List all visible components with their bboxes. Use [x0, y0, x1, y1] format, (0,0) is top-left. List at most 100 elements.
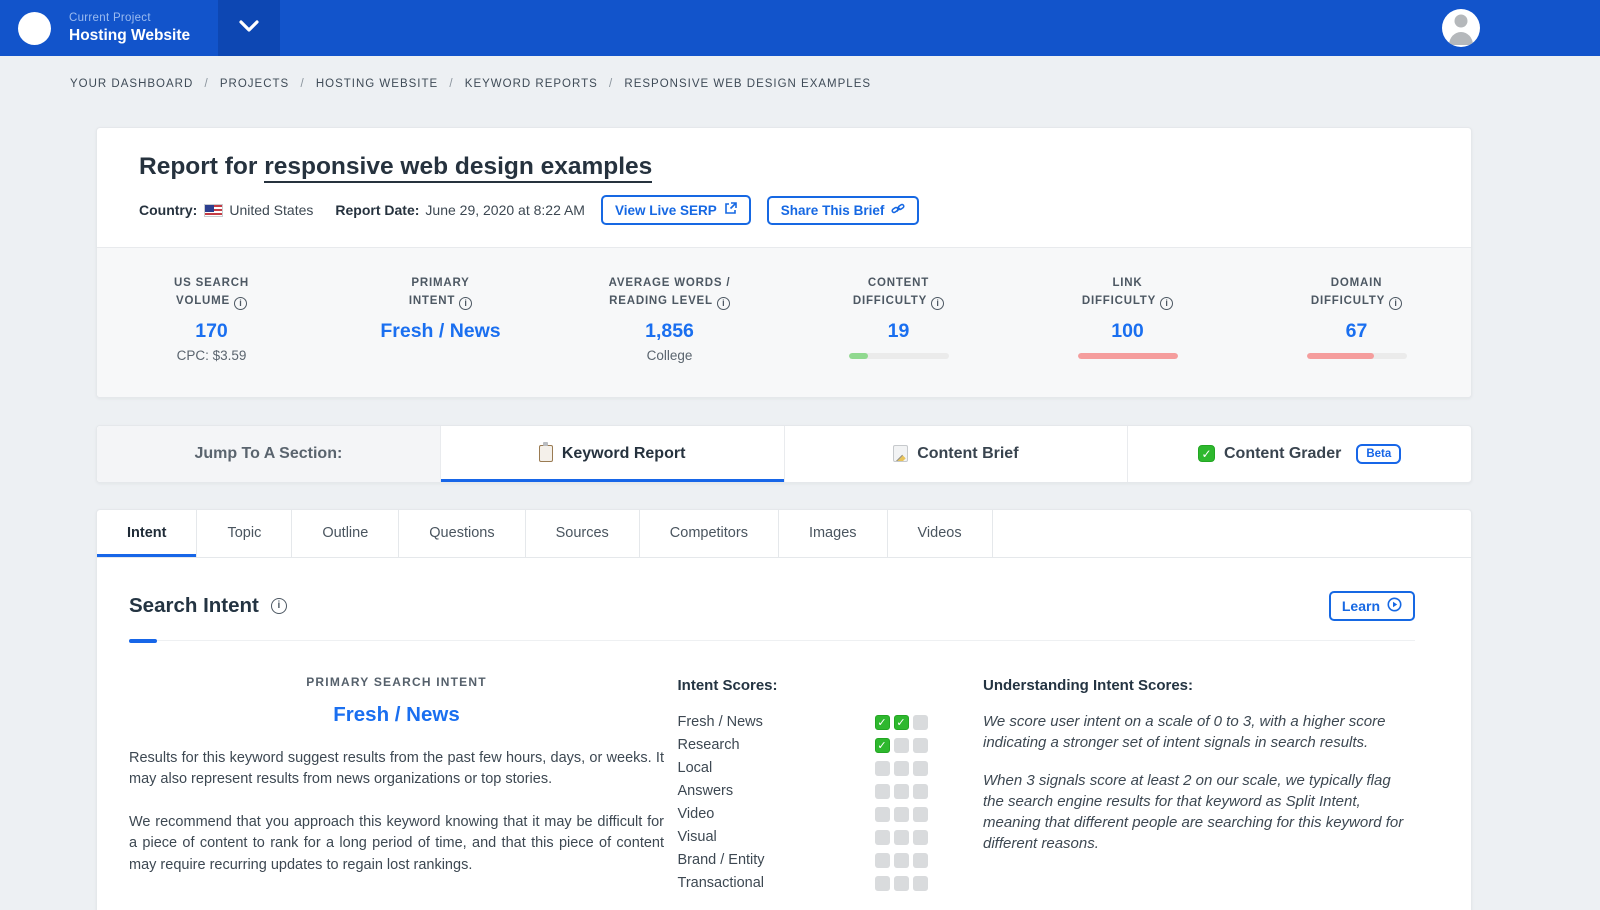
current-project-label: Current Project: [69, 12, 151, 25]
intent-score-row: Research: [677, 737, 970, 754]
search-intent-heading: Search Intent i: [129, 594, 287, 618]
breadcrumb-item-dashboard[interactable]: YOUR DASHBOARD: [70, 78, 193, 90]
intent-score-label: Research: [677, 737, 740, 754]
stat-value: 19: [887, 319, 910, 342]
stat-value: 170: [195, 319, 228, 342]
difficulty-bar: [1306, 352, 1407, 359]
info-icon[interactable]: i: [1160, 297, 1174, 311]
intent-score-boxes: [874, 875, 928, 891]
intent-scores-column: Intent Scores: Fresh / News Research Loc…: [678, 675, 970, 899]
intent-score-row: Answers: [677, 783, 970, 800]
clipboard-icon: [538, 442, 553, 463]
play-circle-icon: [1387, 597, 1402, 615]
green-check-icon: ✓: [1197, 445, 1215, 463]
tab-videos[interactable]: Videos: [888, 509, 993, 557]
section-label: Content Brief: [917, 444, 1019, 462]
intent-score-label: Transactional: [677, 875, 765, 892]
tab-sources[interactable]: Sources: [526, 509, 640, 557]
tab-questions[interactable]: Questions: [399, 509, 526, 557]
intent-score-label: Answers: [677, 783, 734, 800]
info-icon[interactable]: i: [270, 597, 287, 614]
intent-score-boxes: [874, 783, 928, 799]
stat-link-difficulty: Link Difficulty i 100: [1013, 275, 1242, 363]
info-icon[interactable]: i: [1389, 297, 1403, 311]
share-brief-button[interactable]: Share This Brief: [766, 195, 920, 225]
intent-score-boxes: [874, 852, 928, 868]
intent-recommendation-paragraph: We recommend that you approach this keyw…: [129, 813, 664, 873]
primary-search-intent-value: Fresh / News: [333, 702, 460, 726]
learn-button[interactable]: Learn: [1328, 590, 1415, 621]
intent-score-boxes: [874, 737, 928, 753]
us-flag-icon: [204, 203, 224, 217]
country-label: Country:: [139, 202, 198, 218]
difficulty-bar: [848, 352, 949, 359]
intent-score-boxes: [874, 806, 928, 822]
section-divider: [129, 638, 1415, 643]
user-avatar[interactable]: [1442, 9, 1480, 47]
stat-value: 67: [1345, 319, 1368, 342]
understanding-intent-title: Understanding Intent Scores:: [983, 676, 1194, 694]
info-icon[interactable]: i: [234, 297, 247, 311]
tab-intent[interactable]: Intent: [97, 509, 198, 557]
country-value: United States: [229, 202, 314, 218]
info-icon[interactable]: i: [459, 297, 473, 311]
intent-score-row: Local: [677, 760, 970, 777]
stat-us-search-volume: US Search Volume i 170 CPC: $3.59: [97, 275, 326, 363]
tab-topic[interactable]: Topic: [197, 509, 293, 557]
report-header: Report for responsive web design example…: [97, 128, 1471, 247]
link-icon: [891, 203, 905, 218]
info-icon[interactable]: i: [716, 297, 730, 311]
breadcrumb-separator: /: [609, 78, 614, 90]
info-icon[interactable]: i: [931, 297, 945, 311]
beta-badge: Beta: [1356, 443, 1402, 464]
tab-outline[interactable]: Outline: [292, 509, 400, 557]
report-meta-row: Country: United States Report Date: June…: [139, 195, 1429, 225]
breadcrumb-item-hosting-website[interactable]: HOSTING WEBSITE: [316, 78, 438, 90]
jump-to-section-label: Jump To A Section:: [97, 425, 441, 482]
memo-pencil-icon: [893, 445, 909, 463]
current-project-block[interactable]: Current Project Hosting Website: [69, 11, 190, 45]
breadcrumb-item-keyword-reports[interactable]: KEYWORD REPORTS: [465, 78, 598, 90]
understanding-paragraph-1: We score user intent on a scale of 0 to …: [983, 712, 1386, 751]
intent-score-row: Fresh / News: [677, 714, 970, 731]
intent-score-label: Video: [677, 806, 715, 823]
intent-score-boxes: [874, 829, 928, 845]
understanding-paragraph-2: When 3 signals score at least 2 on our s…: [983, 771, 1404, 852]
report-summary-card: Report for responsive web design example…: [96, 127, 1472, 398]
primary-search-intent-label: PRIMARY SEARCH INTENT: [306, 674, 487, 689]
search-intent-section: Search Intent i Learn PRIMARY SEARCH INT…: [97, 558, 1471, 910]
intent-score-label: Visual: [677, 829, 717, 846]
section-keyword-report[interactable]: Keyword Report: [441, 425, 785, 482]
intent-scores-title: Intent Scores:: [677, 676, 778, 694]
tab-bar: Intent Topic Outline Questions Sources C…: [97, 509, 1471, 558]
intent-scores-list: Fresh / News Research Local Answers: [677, 714, 970, 892]
stat-reading-level: College: [646, 347, 693, 363]
stat-value: 100: [1111, 319, 1144, 342]
intent-score-label: Brand / Entity: [677, 852, 765, 869]
section-content-grader[interactable]: ✓ Content Grader Beta: [1128, 426, 1471, 482]
project-dropdown-button[interactable]: [218, 0, 281, 56]
section-label: Content Grader: [1223, 444, 1342, 462]
view-live-serp-button[interactable]: View Live SERP: [600, 195, 751, 225]
intent-score-label: Fresh / News: [677, 714, 763, 731]
report-tabs-card: Intent Topic Outline Questions Sources C…: [96, 508, 1472, 910]
stat-content-difficulty: Content Difficulty i 19: [784, 275, 1013, 363]
intent-score-boxes: [874, 760, 928, 776]
intent-score-row: Video: [677, 806, 970, 823]
external-link-icon: [724, 202, 737, 218]
breadcrumb-item-projects[interactable]: PROJECTS: [220, 78, 289, 90]
intent-score-label: Local: [677, 760, 713, 777]
project-logo-avatar[interactable]: [18, 11, 51, 45]
section-content-brief[interactable]: Content Brief: [785, 425, 1129, 482]
tab-images[interactable]: Images: [779, 509, 888, 557]
serp-button-label: View Live SERP: [614, 202, 717, 218]
tab-competitors[interactable]: Competitors: [640, 509, 779, 557]
stat-value: 1,856: [645, 319, 694, 342]
stats-strip: US Search Volume i 170 CPC: $3.59 Primary I…: [97, 247, 1471, 397]
report-keyword: responsive web design examples: [264, 153, 653, 183]
breadcrumb-separator: /: [300, 78, 305, 90]
stat-cpc: CPC: $3.59: [176, 347, 247, 363]
person-icon: [1442, 9, 1480, 47]
top-bar: Current Project Hosting Website: [0, 0, 1600, 56]
chevron-down-icon: [239, 19, 259, 37]
